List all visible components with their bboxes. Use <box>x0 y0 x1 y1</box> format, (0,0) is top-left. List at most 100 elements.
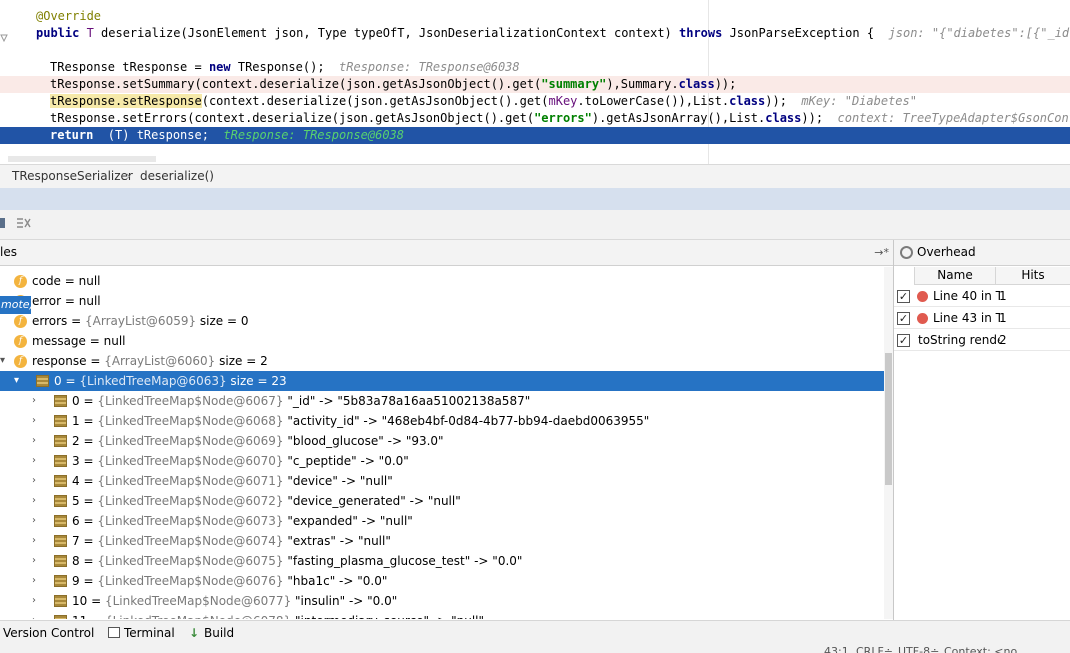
variable-row[interactable]: › 7 = {LinkedTreeMap$Node@6074} "extras" … <box>0 531 884 551</box>
variable-row[interactable]: › 9 = {LinkedTreeMap$Node@6076} "hba1c" -… <box>0 571 884 591</box>
variable-row[interactable]: › 6 = {LinkedTreeMap$Node@6073} "expanded… <box>0 511 884 531</box>
variables-scrollbar-thumb[interactable] <box>885 353 892 485</box>
list-icon <box>54 595 67 607</box>
build-icon[interactable]: ↓ <box>189 621 199 645</box>
column-hits-header[interactable]: Hits <box>996 267 1070 284</box>
expand-chevron-icon[interactable]: › <box>32 451 36 471</box>
expand-chevron-icon[interactable]: › <box>32 471 36 491</box>
variable-row[interactable]: › 4 = {LinkedTreeMap$Node@6071} "device" … <box>0 471 884 491</box>
variable-row[interactable]: ▾ f response = {ArrayList@6060} size = 2 <box>0 351 884 371</box>
variable-text: response = {ArrayList@6060} size = 2 <box>32 351 268 371</box>
variable-row[interactable]: ferror = null <box>0 291 884 311</box>
variable-row[interactable]: ▾ 0 = {LinkedTreeMap@6063} size = 23 <box>0 371 884 391</box>
variable-name: response <box>32 354 87 368</box>
breadcrumb-method[interactable]: deserialize() <box>140 165 214 188</box>
variable-name: errors <box>32 314 68 328</box>
variable-row[interactable]: › 11 = {LinkedTreeMap$Node@6078} "interme… <box>0 611 884 619</box>
variable-assign: = <box>86 354 105 368</box>
variable-type: {LinkedTreeMap$Node@6072} <box>97 494 284 508</box>
variable-value: "activity_id" -> "468eb4bf-0d84-4b77-bb9… <box>283 414 650 428</box>
threads-icon[interactable] <box>16 216 32 232</box>
variable-row[interactable]: › 5 = {LinkedTreeMap$Node@6072} "device_g… <box>0 491 884 511</box>
overhead-row[interactable]: ✓ Line 43 in TR1 <box>894 307 1070 329</box>
code-token: return <box>50 128 108 142</box>
enable-checkbox[interactable]: ✓ <box>897 334 910 347</box>
overhead-row[interactable]: ✓ toString renderer2 <box>894 329 1070 351</box>
expand-chevron-icon[interactable]: › <box>32 431 36 451</box>
code-line[interactable] <box>0 42 1070 59</box>
expand-chevron-icon[interactable]: › <box>32 611 36 619</box>
variable-text: 2 = {LinkedTreeMap$Node@6069} "blood_glu… <box>72 431 444 451</box>
code-token: T <box>86 26 102 40</box>
expand-chevron-icon[interactable]: › <box>32 391 36 411</box>
code-token: (context.deserialize(json.getAsJsonObjec… <box>201 94 549 108</box>
variable-row[interactable]: › 0 = {LinkedTreeMap$Node@6067} "_id" -> … <box>0 391 884 411</box>
context-indicator[interactable]: Context: <no context> <box>944 645 1070 653</box>
overhead-panel-header: Overhead <box>894 240 1070 266</box>
breakpoint-icon <box>917 291 928 302</box>
variable-assign: = <box>79 474 98 488</box>
code-line[interactable]: tResponse.setResponse(context.deserializ… <box>0 93 1070 110</box>
file-encoding[interactable]: UTF-8÷ <box>898 645 939 653</box>
variable-row[interactable]: › 10 = {LinkedTreeMap$Node@6077} "insulin… <box>0 591 884 611</box>
breadcrumb-class[interactable]: TResponseSerializer <box>12 165 133 188</box>
list-icon <box>54 455 67 467</box>
frames-icon[interactable] <box>0 216 6 232</box>
code-line[interactable]: tResponse.setErrors(context.deserialize(… <box>0 110 1070 127</box>
code-line[interactable]: return (T) tResponse; tResponse: TRespon… <box>0 127 1070 144</box>
code-line[interactable]: tResponse.setSummary(context.deserialize… <box>0 76 1070 93</box>
column-name-header[interactable]: Name <box>914 267 996 284</box>
variable-type: {LinkedTreeMap$Node@6068} <box>97 414 284 428</box>
variable-assign: = <box>79 534 98 548</box>
expand-chevron-icon[interactable]: › <box>32 411 36 431</box>
variable-text: 0 = {LinkedTreeMap$Node@6067} "_id" -> "… <box>72 391 530 411</box>
expand-chevron-icon[interactable]: › <box>32 531 36 551</box>
variable-row[interactable]: › 3 = {LinkedTreeMap$Node@6070} "c_peptid… <box>0 451 884 471</box>
terminal-tab[interactable]: Terminal <box>124 621 175 645</box>
overhead-panel-title: Overhead <box>917 245 976 259</box>
variable-row[interactable]: › 8 = {LinkedTreeMap$Node@6075} "fasting_… <box>0 551 884 571</box>
overhead-name: Line 43 in TR <box>933 311 1000 325</box>
expand-chevron-icon[interactable]: › <box>32 551 36 571</box>
variable-name: 5 <box>72 494 80 508</box>
enable-checkbox[interactable]: ✓ <box>897 312 910 325</box>
version-control-tab[interactable]: Version Control <box>3 621 94 645</box>
code-editor[interactable]: @Override public T deserialize(JsonElemen… <box>0 0 1070 164</box>
list-icon <box>54 415 67 427</box>
variables-scrollbar[interactable] <box>884 267 893 619</box>
code-line[interactable]: public T deserialize(JsonElement json, T… <box>0 25 1070 42</box>
variable-type: {LinkedTreeMap$Node@6067} <box>97 394 284 408</box>
variable-value: "device" -> "null" <box>283 474 393 488</box>
expand-chevron-icon[interactable]: › <box>32 511 36 531</box>
variable-row[interactable]: › 2 = {LinkedTreeMap$Node@6069} "blood_gl… <box>0 431 884 451</box>
variables-tree[interactable]: fcode = nullferror = nullferrors = {Arra… <box>0 267 893 619</box>
variable-assign: = <box>61 374 80 388</box>
expand-chevron-icon[interactable]: › <box>32 491 36 511</box>
overhead-row[interactable]: ✓ Line 40 in TR1 <box>894 285 1070 307</box>
code-line[interactable]: @Override <box>0 8 1070 25</box>
code-token: JsonParseException { <box>729 26 889 40</box>
line-separator[interactable]: CRLF÷ <box>856 645 893 653</box>
variable-text: 10 = {LinkedTreeMap$Node@6077} "insulin"… <box>72 591 397 611</box>
expanded-chevron-icon[interactable]: ▾ <box>0 351 5 371</box>
inline-debug-value: mKey: "Diabetes" <box>801 94 917 108</box>
editor-horizontal-scrollbar[interactable] <box>8 156 156 162</box>
expand-chevron-icon[interactable]: › <box>32 571 36 591</box>
code-token: class <box>765 111 802 125</box>
terminal-icon[interactable] <box>108 627 120 638</box>
status-bar: 43:1 CRLF÷ UTF-8÷ Context: <no context> <box>0 645 1070 653</box>
pin-tab-icon[interactable]: →* <box>874 240 889 265</box>
variable-row[interactable]: › 1 = {LinkedTreeMap$Node@6068} "activity… <box>0 411 884 431</box>
variable-row[interactable]: f errors = {ArrayList@6059} size = 0 <box>0 311 884 331</box>
variable-row[interactable]: f code = null <box>0 271 884 291</box>
enable-checkbox[interactable]: ✓ <box>897 290 910 303</box>
caret-position[interactable]: 43:1 <box>824 645 849 653</box>
variable-name: error <box>32 294 62 308</box>
variable-row[interactable]: f message = null <box>0 331 884 351</box>
expanded-chevron-icon[interactable]: ▾ <box>14 371 19 391</box>
build-tab[interactable]: Build <box>204 621 234 645</box>
expand-chevron-icon[interactable]: › <box>32 591 36 611</box>
code-token: class <box>729 94 766 108</box>
variable-assign: = null <box>61 294 101 308</box>
code-line[interactable]: TResponse tResponse = new TResponse(); t… <box>0 59 1070 76</box>
